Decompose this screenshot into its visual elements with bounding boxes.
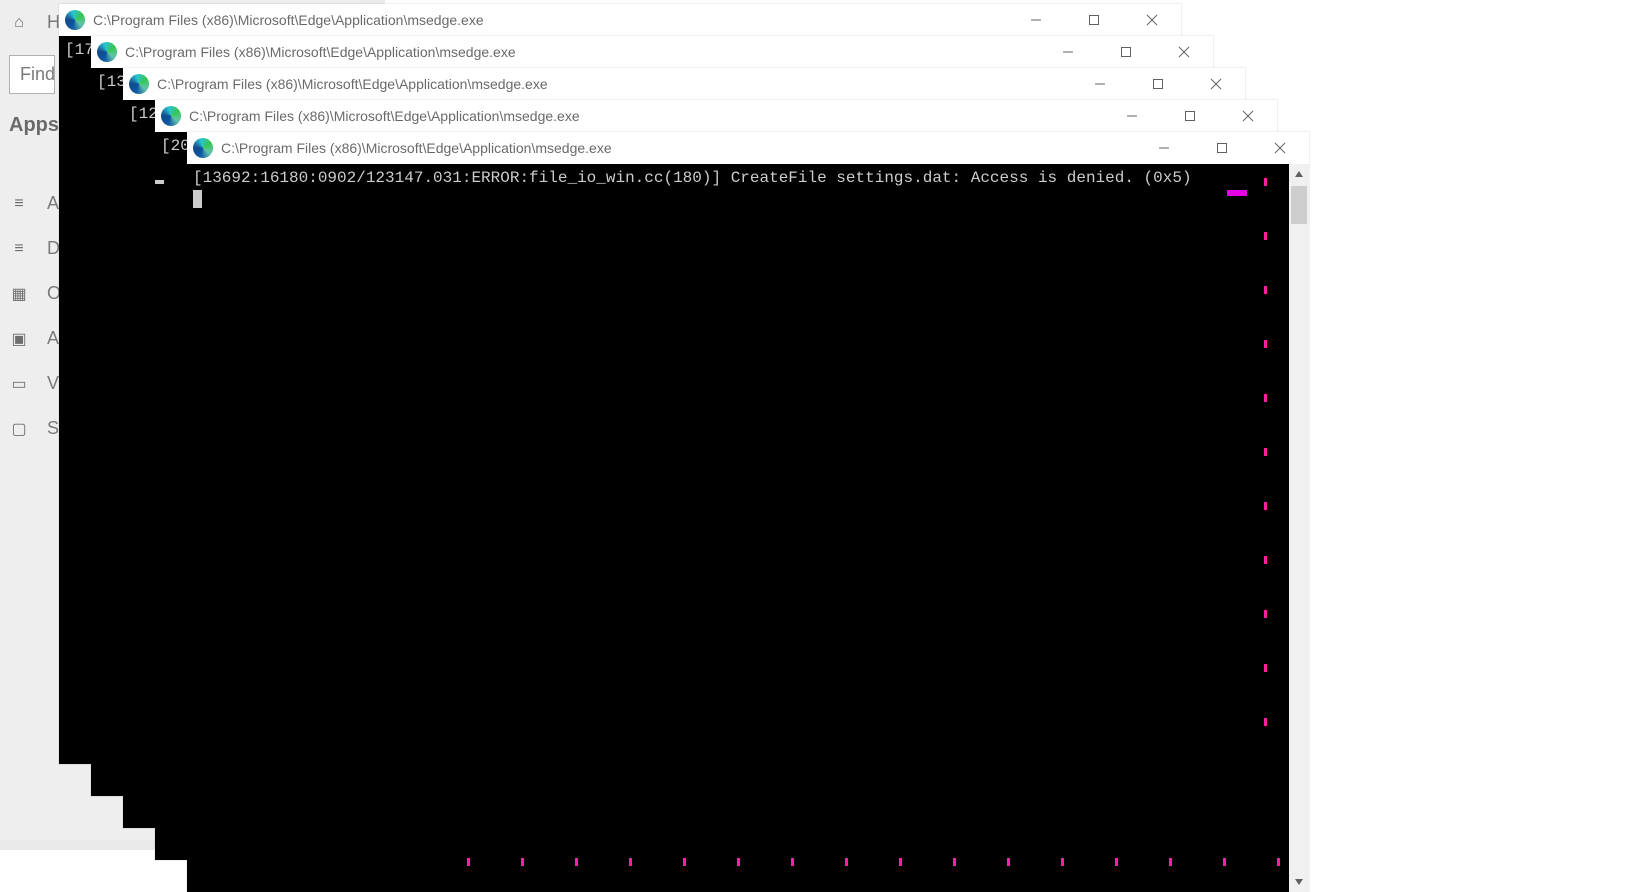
artifact: [1264, 502, 1267, 510]
artifact: [1264, 664, 1267, 672]
artifact: [1061, 858, 1064, 866]
artifact: [1169, 858, 1172, 866]
cursor: [155, 180, 164, 184]
artifact: [953, 858, 956, 866]
artifact: [1115, 858, 1118, 866]
titlebar[interactable]: C:\Program Files (x86)\Microsoft\Edge\Ap…: [155, 100, 1277, 132]
artifact: [1264, 448, 1267, 456]
artifact: [1264, 286, 1267, 294]
apps-icon: ▦: [9, 284, 29, 304]
artifact: [683, 858, 686, 866]
edge-icon: [65, 10, 85, 30]
titlebar[interactable]: C:\Program Files (x86)\Microsoft\Edge\Ap…: [123, 68, 1245, 100]
artifact: [575, 858, 578, 866]
titlebar[interactable]: C:\Program Files (x86)\Microsoft\Edge\Ap…: [59, 4, 1181, 36]
minimize-button[interactable]: [1135, 132, 1193, 164]
console-output: [13692:16180:0902/123147.031:ERROR:file_…: [187, 164, 1289, 892]
artifact: [1264, 556, 1267, 564]
window-title: C:\Program Files (x86)\Microsoft\Edge\Ap…: [157, 76, 1071, 92]
minimize-button[interactable]: [1007, 4, 1065, 36]
window-controls: [1039, 36, 1213, 68]
titlebar[interactable]: C:\Program Files (x86)\Microsoft\Edge\Ap…: [187, 132, 1309, 164]
maximize-button[interactable]: [1097, 36, 1155, 68]
find-box: Find: [9, 55, 55, 94]
scroll-down-arrow-icon[interactable]: [1289, 872, 1309, 892]
close-button[interactable]: [1155, 36, 1213, 68]
artifact: [1264, 610, 1267, 618]
artifact: [521, 858, 524, 866]
artifact: [1223, 858, 1226, 866]
maximize-button[interactable]: [1129, 68, 1187, 100]
artifact: [1227, 190, 1247, 196]
console-line: [13692:16180:0902/123147.031:ERROR:file_…: [193, 168, 1283, 188]
monitor-icon: ▢: [9, 419, 29, 439]
artifact: [1264, 232, 1267, 240]
window-controls: [1071, 68, 1245, 100]
window-title: C:\Program Files (x86)\Microsoft\Edge\Ap…: [93, 12, 1007, 28]
close-button[interactable]: [1187, 68, 1245, 100]
list-icon: ≡: [9, 239, 29, 259]
artifact: [791, 858, 794, 866]
artifact: [845, 858, 848, 866]
window-title: C:\Program Files (x86)\Microsoft\Edge\Ap…: [125, 44, 1039, 60]
minimize-button[interactable]: [1103, 100, 1161, 132]
maximize-button[interactable]: [1161, 100, 1219, 132]
close-button[interactable]: [1219, 100, 1277, 132]
console-window-front: C:\Program Files (x86)\Microsoft\Edge\Ap…: [187, 132, 1309, 892]
window-controls: [1103, 100, 1277, 132]
edge-icon: [161, 106, 181, 126]
artifact: [1264, 340, 1267, 348]
window-title: C:\Program Files (x86)\Microsoft\Edge\Ap…: [221, 140, 1135, 156]
window-controls: [1007, 4, 1181, 36]
close-button[interactable]: [1123, 4, 1181, 36]
home-icon: ⌂: [9, 13, 29, 33]
titlebar[interactable]: C:\Program Files (x86)\Microsoft\Edge\Ap…: [91, 36, 1213, 68]
artifact: [467, 858, 470, 866]
edge-icon: [129, 74, 149, 94]
minimize-button[interactable]: [1039, 36, 1097, 68]
artifact: [629, 858, 632, 866]
artifact: [1264, 718, 1267, 726]
artifact: [1007, 858, 1010, 866]
artifact: [1264, 178, 1267, 186]
video-icon: ▭: [9, 374, 29, 394]
vertical-scrollbar[interactable]: [1289, 164, 1309, 892]
close-button[interactable]: [1251, 132, 1309, 164]
list-icon: ≡: [9, 194, 29, 214]
edge-icon: [97, 42, 117, 62]
window-controls: [1135, 132, 1309, 164]
artifact: [899, 858, 902, 866]
minimize-button[interactable]: [1071, 68, 1129, 100]
artifact: [737, 858, 740, 866]
artifact: [1264, 394, 1267, 402]
edge-icon: [193, 138, 213, 158]
startup-icon: ▣: [9, 329, 29, 349]
maximize-button[interactable]: [1065, 4, 1123, 36]
maximize-button[interactable]: [1193, 132, 1251, 164]
artifact: [1277, 858, 1280, 866]
scroll-up-arrow-icon[interactable]: [1289, 164, 1309, 184]
window-title: C:\Program Files (x86)\Microsoft\Edge\Ap…: [189, 108, 1103, 124]
scroll-thumb[interactable]: [1291, 186, 1307, 224]
cursor: [193, 190, 202, 208]
